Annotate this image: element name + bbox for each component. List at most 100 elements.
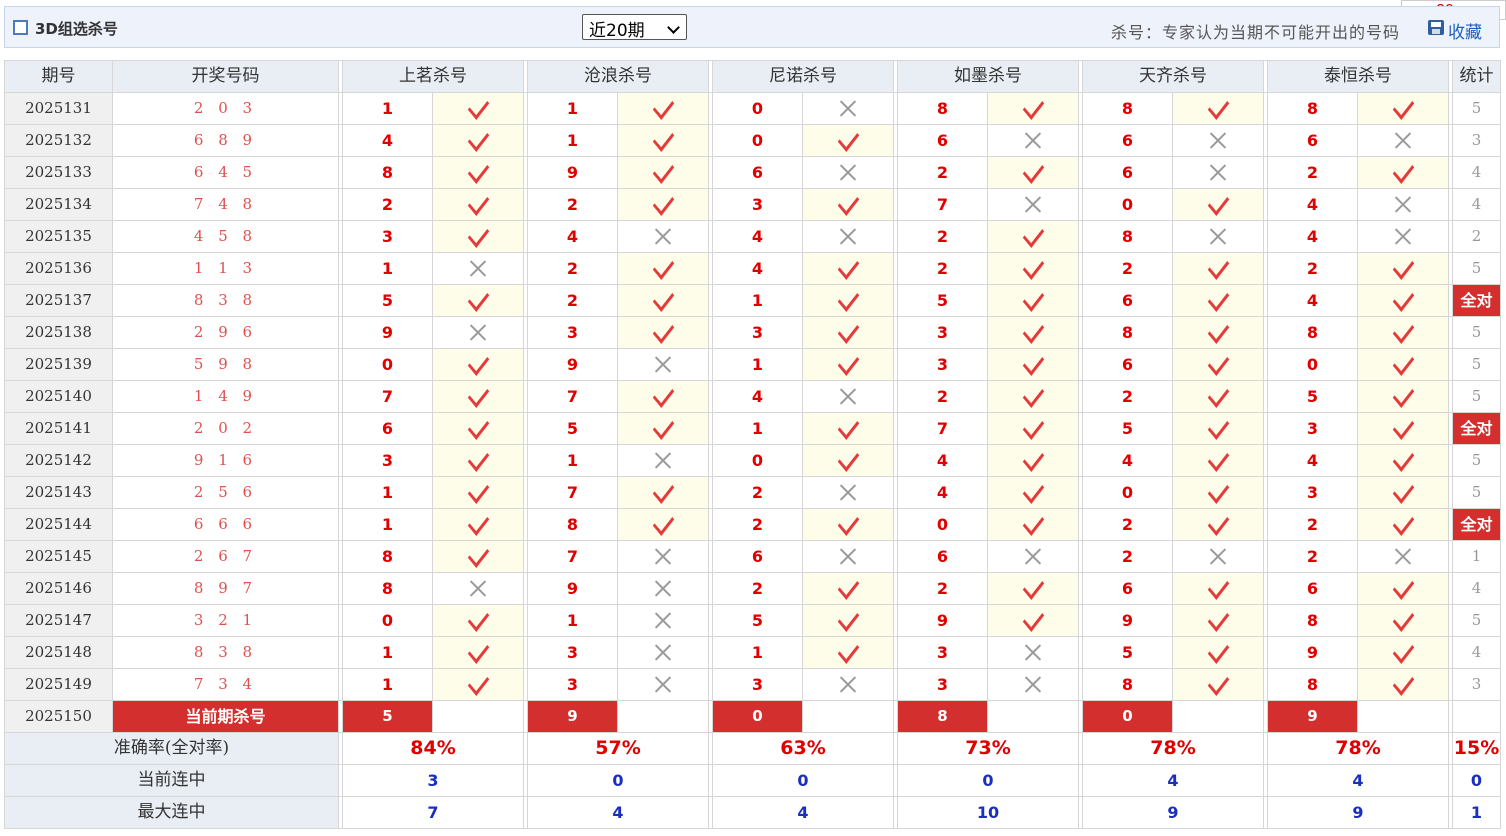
checkbox-square-icon[interactable] (13, 20, 28, 35)
checkmark-icon (1392, 317, 1414, 344)
result-cell (1357, 252, 1449, 285)
floppy-disk-icon[interactable] (1428, 20, 1444, 35)
table-row: 2025142 9 1 63 1 0 4 4 4 5 (4, 444, 1501, 477)
result-cell (1357, 188, 1449, 221)
period-select[interactable]: 近20期 (582, 14, 687, 41)
period-cell: 2025135 (4, 220, 113, 253)
summary-stat: 1 (1452, 796, 1501, 829)
stat-cell: 3 (1452, 124, 1501, 157)
period-cell: 2025149 (4, 668, 113, 701)
result-cell (1172, 220, 1264, 253)
stat-cell: 5 (1452, 380, 1501, 413)
checkmark-icon (1207, 285, 1229, 312)
checkmark-icon (1392, 445, 1414, 472)
summary-value: 63% (712, 732, 894, 765)
current-result-cell (987, 700, 1079, 733)
checkmark-icon (837, 445, 859, 472)
result-cell (617, 636, 709, 669)
kill-number-cell: 2 (897, 572, 988, 605)
period-cell: 2025147 (4, 604, 113, 637)
draw-number-cell: 1 4 9 (112, 380, 339, 413)
cross-icon (839, 163, 857, 181)
col-header-expert-5: 天齐杀号 (1082, 60, 1264, 93)
result-cell (617, 188, 709, 221)
checkmark-icon (467, 157, 489, 184)
checkmark-icon (467, 93, 489, 120)
checkmark-icon (1392, 413, 1414, 440)
result-cell (432, 188, 524, 221)
result-cell (987, 476, 1079, 509)
current-result-cell (1172, 700, 1264, 733)
checkmark-icon (652, 285, 674, 312)
result-cell (617, 412, 709, 445)
kill-number-cell: 2 (712, 572, 803, 605)
kill-number-cell: 8 (1267, 668, 1358, 701)
summary-value: 10 (897, 796, 1079, 829)
checkmark-icon (652, 509, 674, 536)
checkmark-icon (1022, 477, 1044, 504)
cross-icon (654, 611, 672, 629)
checkmark-icon (1207, 477, 1229, 504)
table-row: 2025144 6 6 6 1 8 2 0 2 2 全对 (4, 508, 1501, 541)
checkmark-icon (652, 253, 674, 280)
table-row: 2025135 4 5 83 4 4 2 8 4 2 (4, 220, 1501, 253)
result-cell (802, 92, 894, 125)
kill-number-cell: 6 (1082, 124, 1173, 157)
kill-number-cell: 0 (1082, 476, 1173, 509)
result-cell (987, 188, 1079, 221)
draw-number-cell: 9 1 6 (112, 444, 339, 477)
checkmark-icon (467, 477, 489, 504)
period-cell: 2025141 (4, 412, 113, 445)
checkmark-icon (1207, 317, 1229, 344)
kill-number-cell: 8 (1267, 604, 1358, 637)
result-cell (802, 476, 894, 509)
kill-number-cell: 0 (712, 92, 803, 125)
kill-number-cell: 2 (1267, 508, 1358, 541)
cross-icon (1209, 131, 1227, 149)
result-cell (987, 540, 1079, 573)
stat-cell: 5 (1452, 348, 1501, 381)
result-cell (1357, 156, 1449, 189)
kill-number-cell: 3 (897, 348, 988, 381)
table-row: 2025138 2 9 69 3 3 3 8 8 5 (4, 316, 1501, 349)
cross-icon (469, 259, 487, 277)
checkmark-icon (467, 189, 489, 216)
kill-number-cell: 2 (897, 220, 988, 253)
summary-stat: 0 (1452, 764, 1501, 797)
result-cell (1357, 476, 1449, 509)
kill-number-cell: 0 (1082, 188, 1173, 221)
stat-cell: 5 (1452, 444, 1501, 477)
cross-icon (1024, 195, 1042, 213)
kill-number-cell: 6 (1082, 156, 1173, 189)
result-cell (617, 156, 709, 189)
kill-number-cell: 5 (897, 284, 988, 317)
kill-number-cell: 5 (1082, 412, 1173, 445)
result-cell (1172, 476, 1264, 509)
kill-number-cell: 8 (1082, 316, 1173, 349)
result-cell (802, 508, 894, 541)
current-streak-row: 当前连中 3 0 0 0 4 4 0 (4, 764, 1501, 797)
checkmark-icon (1207, 669, 1229, 696)
all-correct-badge: 全对 (1452, 284, 1501, 317)
summary-value: 0 (527, 764, 709, 797)
result-cell (1357, 444, 1449, 477)
checkmark-icon (1207, 445, 1229, 472)
result-cell (1172, 444, 1264, 477)
checkmark-icon (1392, 509, 1414, 536)
checkmark-icon (467, 221, 489, 248)
result-cell (432, 476, 524, 509)
checkmark-icon (467, 605, 489, 632)
kill-number-cell: 2 (1267, 156, 1358, 189)
kill-number-cell: 2 (1082, 252, 1173, 285)
checkmark-icon (1207, 253, 1229, 280)
cross-icon (1024, 643, 1042, 661)
result-cell (987, 316, 1079, 349)
table-row: 2025145 2 6 78 7 6 6 2 2 1 (4, 540, 1501, 573)
result-cell (1172, 604, 1264, 637)
checkmark-icon (1022, 445, 1044, 472)
save-link[interactable]: 收藏 (1448, 18, 1482, 43)
period-cell: 2025137 (4, 284, 113, 317)
kill-number-cell: 3 (712, 668, 803, 701)
draw-number-cell: 2 0 2 (112, 412, 339, 445)
cross-icon (1024, 547, 1042, 565)
